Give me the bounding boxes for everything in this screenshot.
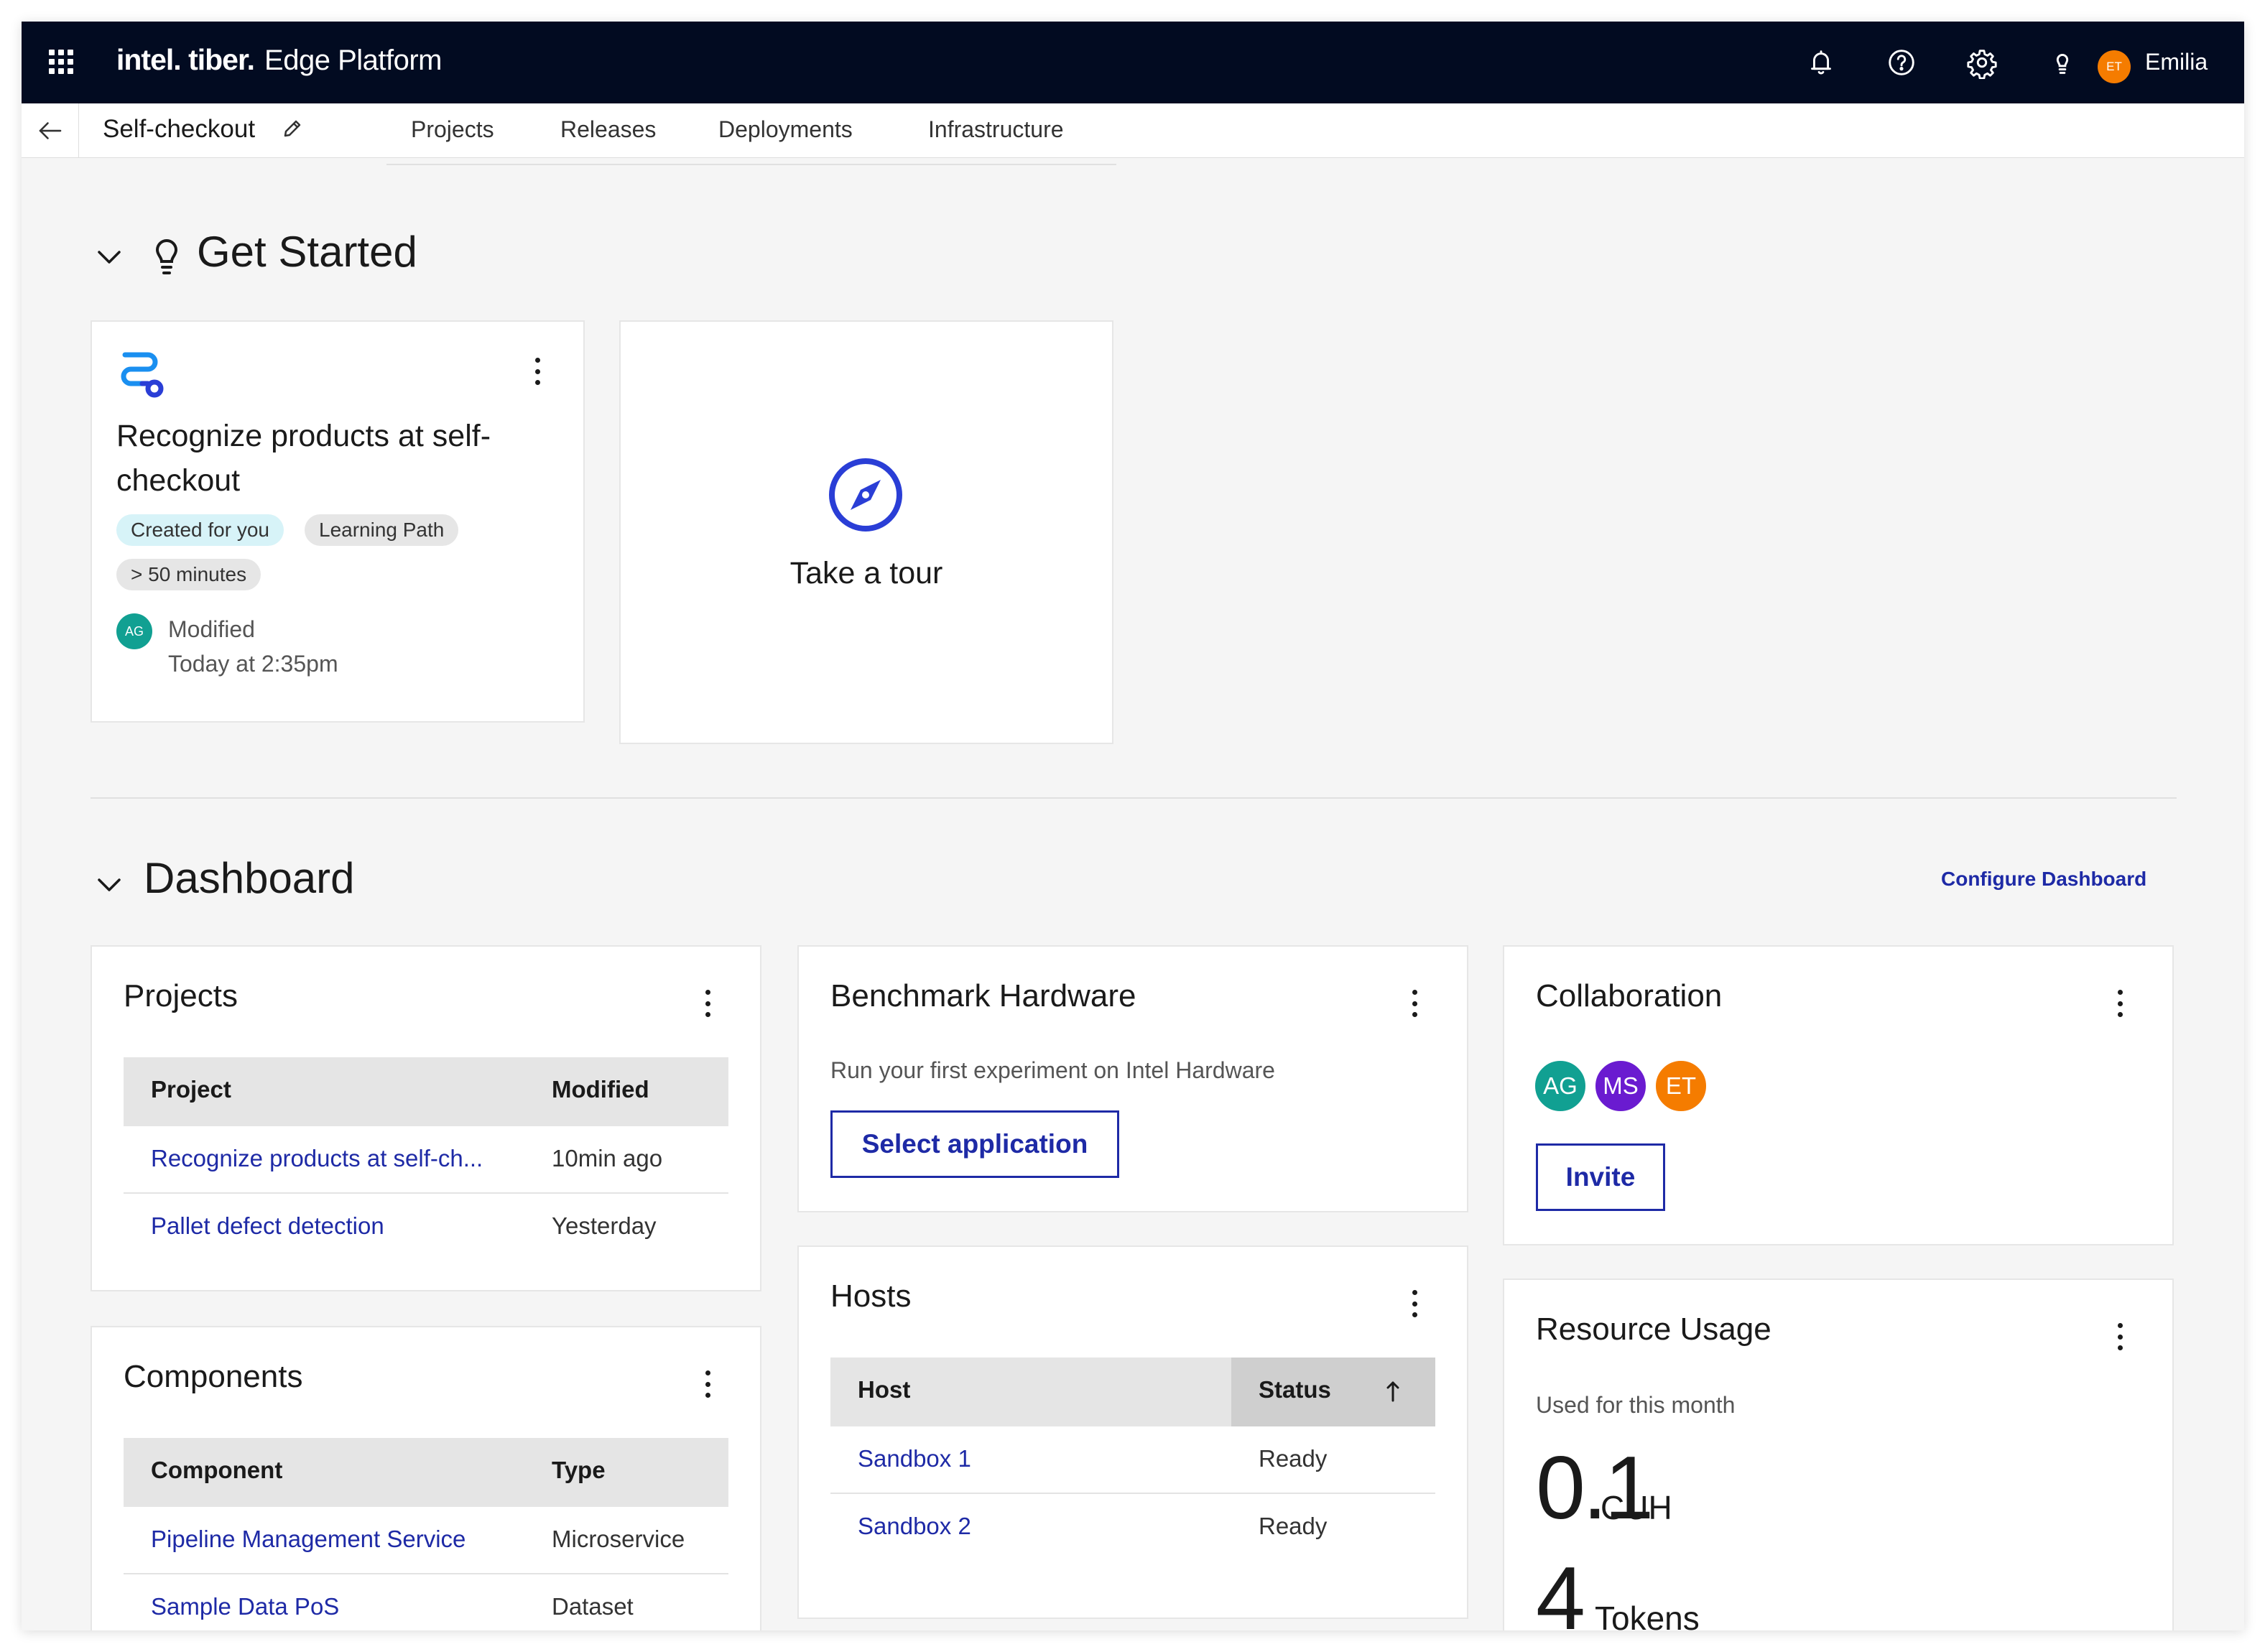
brand-product: Edge Platform xyxy=(264,45,443,76)
bell-icon[interactable] xyxy=(1800,42,1842,83)
project-link[interactable]: Pallet defect detection xyxy=(151,1212,384,1240)
collaboration-card: Collaboration AG MS ET Invite xyxy=(1503,945,2174,1245)
chevron-down-icon[interactable] xyxy=(93,241,125,273)
learning-path-icon xyxy=(121,352,164,398)
more-options-icon[interactable] xyxy=(1404,985,1425,1021)
arrow-left-icon xyxy=(39,122,61,139)
invite-button[interactable]: Invite xyxy=(1536,1143,1665,1211)
sort-ascending-icon xyxy=(1386,1381,1399,1402)
card-title: Collaboration xyxy=(1536,978,1723,1013)
configure-dashboard-link[interactable]: Configure Dashboard xyxy=(1941,868,2146,891)
avatar[interactable]: AG xyxy=(1533,1059,1588,1113)
lightbulb-icon xyxy=(155,239,178,274)
table-row[interactable]: Recognize products at self-ch... 10min a… xyxy=(124,1126,728,1194)
lightbulb-icon[interactable] xyxy=(2042,42,2083,83)
tab-projects[interactable]: Projects xyxy=(411,116,494,143)
section-divider xyxy=(91,797,2177,799)
resource-usage-card: Resource Usage Used for this month 0.1 C… xyxy=(1503,1279,2174,1630)
table-header: Host Status xyxy=(830,1358,1435,1426)
back-button[interactable] xyxy=(22,103,79,158)
tag-created-for-you: Created for you xyxy=(116,514,284,546)
type-cell: Microservice xyxy=(552,1526,685,1552)
status-cell: Ready xyxy=(1259,1445,1328,1472)
card-title: Components xyxy=(124,1359,303,1394)
more-options-icon[interactable] xyxy=(2109,1319,2131,1355)
table-row[interactable]: Pallet defect detection Yesterday xyxy=(124,1194,728,1261)
more-options-icon[interactable] xyxy=(697,985,718,1021)
column-header[interactable]: Host xyxy=(858,1376,910,1403)
card-title: Projects xyxy=(124,978,238,1013)
project-title: Self-checkout xyxy=(103,115,256,143)
top-bar: intel. tiber. Edge Platform ET Emilia xyxy=(22,22,2244,103)
get-started-title: Get Started xyxy=(197,228,417,276)
tag-duration: > 50 minutes xyxy=(116,559,261,590)
sorted-column-header[interactable]: Status xyxy=(1231,1358,1435,1426)
table-row[interactable]: Sandbox 2 Ready xyxy=(830,1494,1435,1561)
chevron-down-icon[interactable] xyxy=(93,869,125,901)
host-link[interactable]: Sandbox 1 xyxy=(858,1445,971,1472)
modified-label: Modified xyxy=(168,616,255,642)
column-header[interactable]: Modified xyxy=(552,1076,649,1103)
learning-path-title: Recognize products at self-checkout xyxy=(116,419,491,498)
take-a-tour-label: Take a tour xyxy=(789,556,943,590)
avatar: AG xyxy=(116,613,152,649)
benchmark-hardware-card: Benchmark Hardware Run your first experi… xyxy=(797,945,1468,1212)
pencil-icon[interactable] xyxy=(280,116,305,141)
select-application-button[interactable]: Select application xyxy=(830,1110,1119,1178)
tab-releases[interactable]: Releases xyxy=(560,116,656,143)
user-avatar[interactable]: ET xyxy=(2098,50,2131,83)
modified-cell: 10min ago xyxy=(552,1145,663,1171)
tokens-value: 4 xyxy=(1536,1549,1585,1630)
table-header: Project Modified xyxy=(124,1057,728,1126)
component-link[interactable]: Pipeline Management Service xyxy=(151,1526,465,1553)
tab-deployments[interactable]: Deployments xyxy=(718,116,853,143)
dashboard-title: Dashboard xyxy=(144,854,355,902)
hosts-card: Hosts Host Status Sandbox 1 Ready Sandbo… xyxy=(797,1245,1468,1619)
tab-underline xyxy=(386,164,1116,165)
more-options-icon[interactable] xyxy=(2109,985,2131,1021)
component-link[interactable]: Sample Data PoS xyxy=(151,1593,339,1620)
table-row[interactable]: Sandbox 1 Ready xyxy=(830,1426,1435,1494)
take-a-tour-card[interactable]: Take a tour xyxy=(619,320,1113,744)
avatar[interactable]: MS xyxy=(1593,1059,1648,1113)
gear-icon[interactable] xyxy=(1961,42,2003,83)
type-cell: Dataset xyxy=(552,1593,634,1620)
learning-path-card[interactable]: Recognize products at self-checkout Crea… xyxy=(91,320,585,723)
benchmark-description: Run your first experiment on Intel Hardw… xyxy=(830,1057,1275,1083)
column-header: Status xyxy=(1259,1376,1331,1403)
grid-menu-icon[interactable] xyxy=(49,50,73,74)
card-title: Benchmark Hardware xyxy=(830,978,1136,1013)
tag-learning-path: Learning Path xyxy=(305,514,459,546)
tab-infrastructure[interactable]: Infrastructure xyxy=(928,116,1064,143)
app-window: intel. tiber. Edge Platform ET Emilia Se… xyxy=(22,22,2244,1630)
tokens-unit: Tokens xyxy=(1595,1600,1700,1630)
components-card: Components Component Type Pipeline Manag… xyxy=(91,1326,761,1630)
project-nav: Self-checkout Projects Releases Deployme… xyxy=(22,103,2244,158)
brand-wordmark: intel. tiber. xyxy=(116,43,255,76)
more-options-icon[interactable] xyxy=(1404,1286,1425,1322)
more-options-icon[interactable] xyxy=(527,353,548,389)
compass-icon xyxy=(829,458,902,532)
usage-period-label: Used for this month xyxy=(1536,1392,1736,1418)
avatar[interactable]: ET xyxy=(1654,1059,1708,1113)
brand-logo[interactable]: intel. tiber. Edge Platform xyxy=(116,43,443,82)
cuh-unit: CUH xyxy=(1601,1489,1672,1526)
card-title: Resource Usage xyxy=(1536,1312,1771,1347)
status-cell: Ready xyxy=(1259,1513,1328,1539)
table-row[interactable]: Pipeline Management Service Microservice xyxy=(124,1507,728,1574)
more-options-icon[interactable] xyxy=(697,1366,718,1402)
help-icon[interactable] xyxy=(1881,42,1922,83)
modified-time: Today at 2:35pm xyxy=(168,651,338,677)
card-title: Hosts xyxy=(830,1279,912,1314)
table-header: Component Type xyxy=(124,1438,728,1507)
host-link[interactable]: Sandbox 2 xyxy=(858,1513,971,1540)
column-header[interactable]: Project xyxy=(151,1076,231,1103)
column-header[interactable]: Component xyxy=(151,1457,282,1484)
modified-cell: Yesterday xyxy=(552,1212,657,1239)
user-name[interactable]: Emilia xyxy=(2145,49,2208,75)
project-link[interactable]: Recognize products at self-ch... xyxy=(151,1145,483,1172)
projects-card: Projects Project Modified Recognize prod… xyxy=(91,945,761,1291)
table-row[interactable]: Sample Data PoS Dataset xyxy=(124,1574,728,1630)
column-header[interactable]: Type xyxy=(552,1457,606,1484)
